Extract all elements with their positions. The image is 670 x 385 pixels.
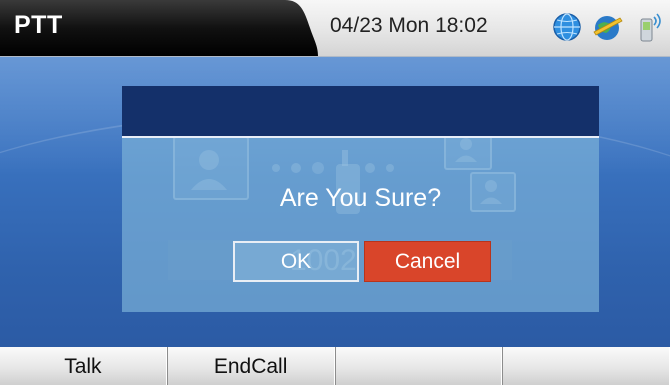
app-title: PTT (14, 11, 63, 39)
globe-icon[interactable] (552, 12, 582, 42)
softkey-4[interactable] (502, 347, 670, 385)
endcall-softkey[interactable]: EndCall (166, 347, 335, 385)
confirm-dialog: Are You Sure? OK Cancel (122, 138, 599, 312)
dialog-message: Are You Sure? (279, 184, 442, 212)
dialog-header (122, 86, 599, 138)
title-tab: PTT (0, 0, 318, 56)
ok-button[interactable]: OK (233, 241, 359, 282)
ptt-screen: PTT 04/23 Mon 18:02 Are You Sure? OK Can… (0, 0, 670, 385)
datetime: 04/23 Mon 18:02 (330, 14, 488, 37)
softkey-3[interactable] (334, 347, 503, 385)
cancel-button[interactable]: Cancel (364, 241, 491, 282)
status-bar: PTT 04/23 Mon 18:02 (0, 0, 670, 57)
softkey-bar: Talk EndCall (0, 347, 670, 385)
network-icon[interactable] (592, 12, 623, 42)
talk-softkey[interactable]: Talk (0, 347, 167, 385)
phone-signal-icon[interactable] (636, 12, 664, 42)
